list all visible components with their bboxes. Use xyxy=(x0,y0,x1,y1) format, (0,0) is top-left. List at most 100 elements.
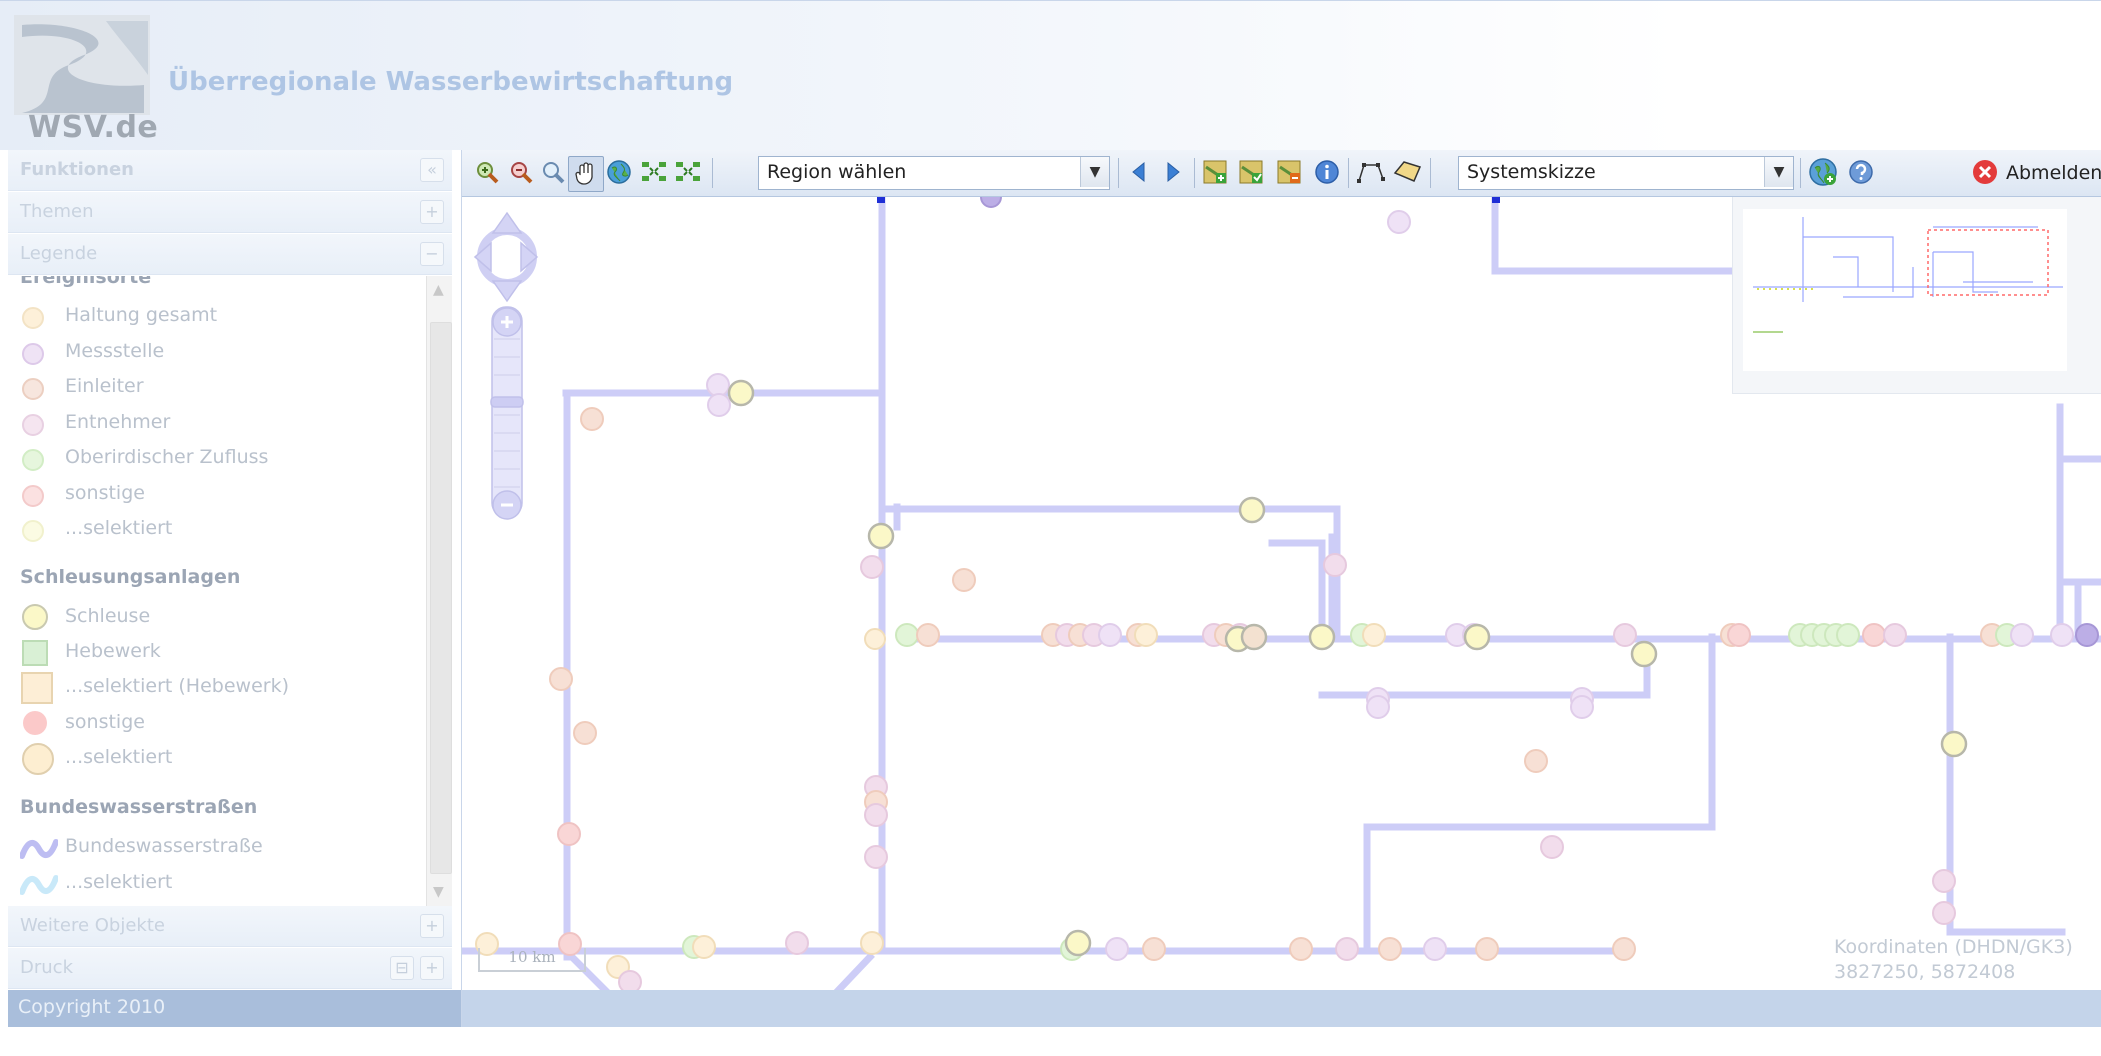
coordinates-label: Koordinaten (DHDN/GK3) xyxy=(1834,936,2073,958)
copyright-text: Copyright 2010 xyxy=(18,996,166,1018)
circle-icon xyxy=(22,378,44,400)
panel-weitere-objekte[interactable]: Weitere Objekte + xyxy=(8,906,452,947)
toolbar-separator xyxy=(1430,158,1431,188)
panel-druck[interactable]: Druck ⊟ + xyxy=(8,948,452,989)
sidebar: Funktionen « Themen + Legende − Ereignis… xyxy=(0,150,462,1027)
legend-label: Einleiter xyxy=(65,375,144,397)
map-toolbar: Region wählen ▼ Systemskizze ▼ Abmelden xyxy=(462,150,2101,197)
status-bar xyxy=(462,990,2101,1027)
toolbar-separator xyxy=(1118,158,1119,188)
panel-title: Themen xyxy=(20,201,94,222)
scroll-thumb[interactable] xyxy=(430,322,452,874)
layer-remove-icon[interactable] xyxy=(1276,159,1302,185)
lock-points xyxy=(727,379,1968,957)
zoom-box-icon[interactable] xyxy=(540,159,566,185)
header: WSV.de Überregionale Wasserbewirtschaftu… xyxy=(0,0,2101,151)
forward-arrow-icon[interactable] xyxy=(1160,159,1186,185)
toolbar-separator xyxy=(1194,158,1195,188)
panel-title: Funktionen xyxy=(20,159,134,180)
panel-legende[interactable]: Legende − xyxy=(8,234,452,275)
map-canvas[interactable]: 10 km Koordinaten (DHDN/GK3) 3827250, 58… xyxy=(462,197,2101,990)
legend-label: sonstige xyxy=(65,711,145,733)
help-icon[interactable] xyxy=(1848,159,1874,185)
region-select-value: Region wählen xyxy=(767,161,907,183)
measure-area-icon[interactable] xyxy=(1392,159,1424,185)
expand-panel-button[interactable]: + xyxy=(420,956,444,980)
legend-label: Oberirdischer Zufluss xyxy=(65,446,269,468)
copyright-bar: Copyright 2010 xyxy=(8,990,461,1027)
legend-label: Entnehmer xyxy=(65,411,171,433)
circle-icon xyxy=(22,485,44,507)
scroll-up-icon[interactable]: ▲ xyxy=(433,282,444,298)
legend-label: ...selektiert (Hebewerk) xyxy=(65,675,289,697)
legend-section-title: Ereignisorte xyxy=(20,276,152,288)
circle-icon xyxy=(22,449,44,471)
map-markers xyxy=(877,197,1500,203)
legend-section-title: Schleusungsanlagen xyxy=(20,566,241,588)
chevron-down-icon[interactable]: ▼ xyxy=(1080,157,1109,187)
circle-icon xyxy=(23,711,47,735)
collapse-panel-button[interactable]: − xyxy=(420,242,444,266)
view-select[interactable]: Systemskizze ▼ xyxy=(1458,156,1794,190)
logo-text: WSV.de xyxy=(28,110,159,145)
measure-line-icon[interactable] xyxy=(1356,159,1386,185)
pan-zoom-control[interactable] xyxy=(472,211,542,541)
expand-panel-button[interactable]: + xyxy=(420,914,444,938)
legend-scrollbar[interactable]: ▲ ▼ xyxy=(426,276,452,906)
panel-themen[interactable]: Themen + xyxy=(8,192,452,233)
expand-panel-button[interactable]: + xyxy=(420,200,444,224)
legend-label: Schleuse xyxy=(65,605,151,627)
collapse-sidebar-button[interactable]: « xyxy=(420,158,444,182)
app-title: Überregionale Wasserbewirtschaftung xyxy=(168,67,734,97)
layer-add-icon[interactable] xyxy=(1202,159,1228,185)
square-icon xyxy=(22,640,48,666)
zoom-out-icon[interactable] xyxy=(508,159,534,185)
circle-icon xyxy=(22,520,44,542)
layer-edit-icon[interactable] xyxy=(1238,159,1264,185)
zoom-in-icon[interactable] xyxy=(474,159,500,185)
waterway-icon xyxy=(20,839,58,859)
legend-label: Hebewerk xyxy=(65,640,161,662)
overview-map[interactable] xyxy=(1732,197,2101,394)
chevron-down-icon[interactable]: ▼ xyxy=(1764,157,1793,187)
pan-tool-button[interactable] xyxy=(568,156,604,192)
view-select-value: Systemskizze xyxy=(1467,161,1596,183)
region-select[interactable]: Region wählen ▼ xyxy=(758,156,1110,190)
toolbar-separator xyxy=(712,158,713,188)
panel-title: Druck xyxy=(20,957,73,978)
panel-funktionen[interactable]: Funktionen « xyxy=(8,150,452,191)
legend-label: Bundeswasserstraße xyxy=(65,835,263,857)
pin-icon[interactable]: ⊟ xyxy=(390,956,414,980)
toolbar-separator xyxy=(1348,158,1349,188)
pan-hand-icon xyxy=(575,162,593,185)
logout-label: Abmelden xyxy=(2006,162,2101,184)
circle-icon xyxy=(22,307,44,329)
circle-icon xyxy=(22,743,54,775)
legend-section-title: Bundeswasserstraßen xyxy=(20,796,258,818)
expand-icon[interactable] xyxy=(640,159,670,185)
scale-bar: 10 km xyxy=(478,948,586,972)
back-arrow-icon[interactable] xyxy=(1126,159,1152,185)
scroll-down-icon[interactable]: ▼ xyxy=(433,884,444,900)
lock-circle-icon xyxy=(22,604,48,630)
legend-label: sonstige xyxy=(65,482,145,504)
toolbar-separator xyxy=(1800,158,1801,188)
panel-title: Weitere Objekte xyxy=(20,915,165,936)
square-icon xyxy=(21,672,53,704)
info-icon[interactable] xyxy=(1314,159,1340,185)
globe-full-extent-icon[interactable] xyxy=(606,159,632,185)
wsv-logo[interactable]: WSV.de xyxy=(14,15,158,147)
circle-icon xyxy=(22,343,44,365)
overview-minimap xyxy=(1743,209,2067,371)
legend-label: Messstelle xyxy=(65,340,165,362)
globe-link-icon[interactable] xyxy=(1808,157,1838,187)
waterway-selected-icon xyxy=(20,875,58,895)
collapse-icon[interactable] xyxy=(674,159,704,185)
close-icon xyxy=(1973,160,1997,184)
wsv-logo-icon xyxy=(14,15,150,115)
coordinates-value: 3827250, 5872408 xyxy=(1834,961,2016,983)
legend-label: Haltung gesamt xyxy=(65,304,218,326)
panel-title: Legende xyxy=(20,243,98,264)
coordinates-display: Koordinaten (DHDN/GK3) 3827250, 5872408 xyxy=(1834,935,2073,985)
legend-label: ...selektiert xyxy=(65,871,173,893)
